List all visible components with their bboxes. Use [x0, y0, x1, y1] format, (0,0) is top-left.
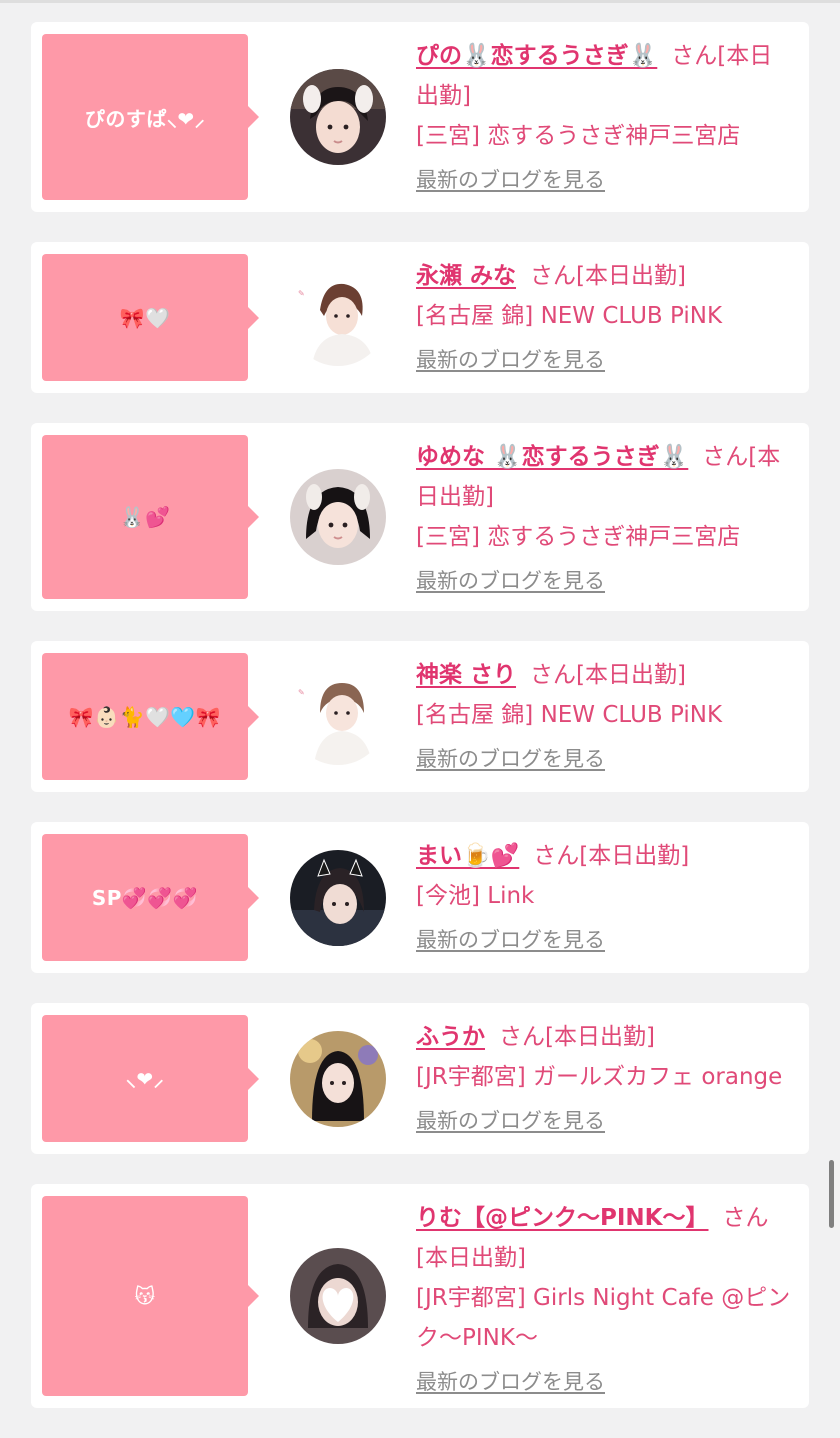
avatar-image: ✎: [290, 668, 386, 765]
list-item: ぴのすぱ⸜❤︎⸝ ぴの🐰恋するうさぎ🐰 さん[本日出勤] [三宮] 恋するうさぎ…: [31, 22, 809, 212]
avatar-column: ✎: [260, 242, 416, 393]
avatar[interactable]: ✎: [290, 269, 386, 366]
avatar[interactable]: ✎: [290, 668, 386, 765]
avatar-image: ✎: [290, 269, 386, 366]
card-info: ゆめな 🐰恋するうさぎ🐰 さん[本日出勤] [三宮] 恋するうさぎ神戸三宮店 最新…: [416, 423, 809, 611]
shop-text: [JR宇都宮] ガールズカフェ orange: [416, 1064, 783, 1090]
name-line: まい🍺💕 さん[本日出勤]: [416, 836, 795, 876]
latest-blog-link[interactable]: 最新のブログを見る: [416, 1368, 605, 1396]
avatar[interactable]: [290, 849, 386, 946]
status-text: [本日出勤]: [576, 263, 686, 289]
girl-name-link[interactable]: ふうか: [416, 1024, 485, 1050]
comment-bubble: 🎀🤍: [42, 254, 259, 381]
comment-bubble: ぴのすぱ⸜❤︎⸝: [42, 34, 259, 200]
avatar-column: [260, 1184, 416, 1408]
comment-bubble-wrap: 🎀👶🏻🐈🤍🩵🎀: [31, 641, 260, 792]
girl-name-link[interactable]: まい🍺💕: [416, 843, 519, 869]
status-text: [本日出勤]: [579, 843, 690, 869]
latest-blog-link[interactable]: 最新のブログを見る: [416, 166, 605, 194]
avatar-column: [260, 1003, 416, 1154]
name-line: 神楽 さり さん[本日出勤]: [416, 655, 795, 695]
list-item: ⸜❤︎⸝ ふうかさん[本日出勤] [JR宇都宮] ガールズカフェ orange: [31, 1003, 809, 1154]
comment-bubble-wrap: 😽: [31, 1184, 260, 1408]
top-divider: [0, 0, 840, 3]
card-info: ぴの🐰恋するうさぎ🐰 さん[本日出勤] [三宮] 恋するうさぎ神戸三宮店 最新のブ…: [416, 22, 809, 212]
avatar-column: [260, 423, 416, 611]
svg-text:✎: ✎: [298, 289, 305, 298]
honorific: さん: [530, 263, 577, 289]
shop-text: [名古屋 錦] NEW CLUB PiNK: [416, 702, 723, 728]
latest-blog-link[interactable]: 最新のブログを見る: [416, 1107, 605, 1135]
shop-text: [三宮] 恋するうさぎ神戸三宮店: [416, 123, 741, 149]
girl-name-link[interactable]: 永瀬 みな: [416, 263, 516, 289]
name-line: ゆめな 🐰恋するうさぎ🐰 さん[本日出勤]: [416, 437, 795, 517]
girl-name-link[interactable]: 神楽 さり: [416, 662, 516, 688]
list-item: SP💞💞💞 まい🍺💕 さん[本日出勤] [今池] Link 最新のブログを見る: [31, 822, 809, 973]
status-text: [本日出勤]: [416, 1245, 526, 1271]
shop-text: [今池] Link: [416, 883, 535, 909]
shop-text: [JR宇都宮] Girls Night Cafe @ピンク～PINK～: [416, 1285, 791, 1351]
avatar-image: [290, 1248, 386, 1344]
card-info: まい🍺💕 さん[本日出勤] [今池] Link 最新のブログを見る: [416, 822, 809, 973]
status-text: [本日出勤]: [576, 662, 686, 688]
comment-bubble-wrap: ⸜❤︎⸝: [31, 1003, 260, 1154]
avatar-image: [290, 469, 386, 565]
status-text: [本日出勤]: [545, 1024, 655, 1050]
scrollbar[interactable]: [829, 1160, 834, 1228]
latest-blog-link[interactable]: 最新のブログを見る: [416, 745, 605, 773]
name-line: りむ【@ピンク～PINK～】 さん [本日出勤]: [416, 1198, 795, 1278]
avatar-column: ✎: [260, 641, 416, 792]
honorific: さん: [530, 662, 577, 688]
shop-text: [名古屋 錦] NEW CLUB PiNK: [416, 303, 723, 329]
honorific: さん: [702, 444, 749, 470]
comment-bubble: ⸜❤︎⸝: [42, 1015, 259, 1142]
avatar[interactable]: [290, 469, 386, 565]
name-line: ぴの🐰恋するうさぎ🐰 さん[本日出勤]: [416, 36, 795, 116]
honorific: さん: [533, 843, 580, 869]
girl-name-link[interactable]: ゆめな 🐰恋するうさぎ🐰: [416, 444, 688, 470]
avatar[interactable]: [290, 1030, 386, 1127]
comment-bubble-wrap: 🐰💕: [31, 423, 260, 611]
card-info: ふうか さん[本日出勤] [JR宇都宮] ガールズカフェ orange 最新のブロ…: [416, 1003, 809, 1154]
latest-blog-link[interactable]: 最新のブログを見る: [416, 926, 605, 954]
comment-bubble: 🎀👶🏻🐈🤍🩵🎀: [42, 653, 259, 780]
comment-bubble-wrap: ぴのすぱ⸜❤︎⸝: [31, 22, 260, 212]
comment-bubble-wrap: SP💞💞💞: [31, 822, 260, 973]
list-item: 😽 りむ【@ピンク～PINK～】 さん [本日出勤] [JR宇都宮] Girls N…: [31, 1184, 809, 1408]
avatar[interactable]: [290, 69, 386, 165]
latest-blog-link[interactable]: 最新のブログを見る: [416, 346, 605, 374]
comment-bubble: SP💞💞💞: [42, 834, 259, 961]
list-item: 🐰💕 ゆめな 🐰恋するうさぎ🐰 さん[本日出勤] [三宮] 恋するうさぎ神戸三宮…: [31, 423, 809, 611]
honorific: さん: [671, 43, 718, 69]
avatar-column: [260, 22, 416, 212]
name-line: ふうか さん[本日出勤]: [416, 1017, 795, 1057]
avatar-column: [260, 822, 416, 973]
svg-text:✎: ✎: [298, 688, 305, 697]
girl-name-link[interactable]: りむ【@ピンク～PINK～】: [416, 1205, 709, 1231]
card-info: 永瀬 みな さん[本日出勤] [名古屋 錦] NEW CLUB PiNK 最新のブ…: [416, 242, 809, 393]
diary-feed: ぴのすぱ⸜❤︎⸝ ぴの🐰恋するうさぎ🐰 さん[本日出勤] [三宮] 恋するうさぎ…: [31, 22, 809, 1438]
comment-bubble: 😽: [42, 1196, 259, 1396]
girl-name-link[interactable]: ぴの🐰恋するうさぎ🐰: [416, 43, 657, 69]
honorific: さん: [722, 1205, 769, 1231]
avatar-image: [290, 1030, 386, 1127]
comment-bubble: 🐰💕: [42, 435, 259, 599]
avatar-image: [290, 69, 386, 165]
list-item: 🎀🤍 ✎ 永瀬 みな さん[本日出勤] [名古屋 錦] NEW CLUB PiNK: [31, 242, 809, 393]
avatar[interactable]: [290, 1248, 386, 1344]
list-item: 🎀👶🏻🐈🤍🩵🎀 ✎ 神楽 さり さん[本日出勤] [名古屋 錦] NEW CLU…: [31, 641, 809, 792]
honorific: さん: [499, 1024, 545, 1050]
card-info: りむ【@ピンク～PINK～】 さん [本日出勤] [JR宇都宮] Girls Nig…: [416, 1184, 809, 1408]
card-info: 神楽 さり さん[本日出勤] [名古屋 錦] NEW CLUB PiNK 最新のブ…: [416, 641, 809, 792]
name-line: 永瀬 みな さん[本日出勤]: [416, 256, 795, 296]
avatar-image: [290, 849, 386, 946]
latest-blog-link[interactable]: 最新のブログを見る: [416, 567, 605, 595]
comment-bubble-wrap: 🎀🤍: [31, 242, 260, 393]
shop-text: [三宮] 恋するうさぎ神戸三宮店: [416, 524, 741, 550]
